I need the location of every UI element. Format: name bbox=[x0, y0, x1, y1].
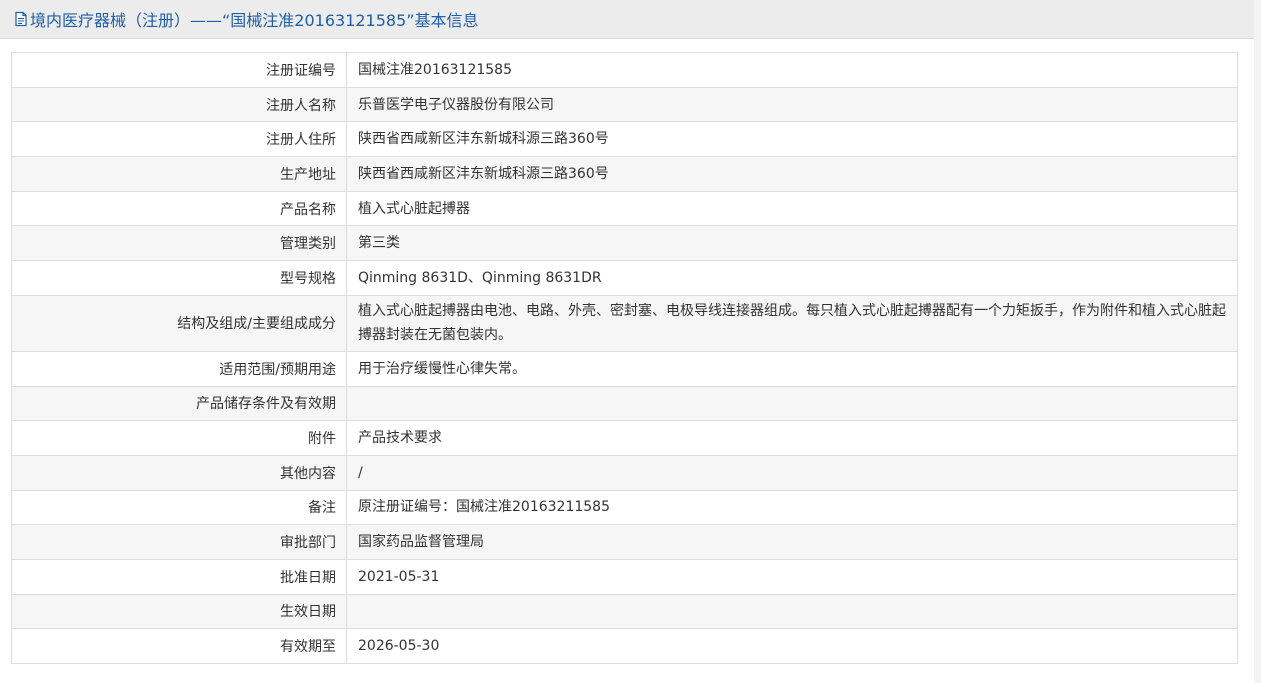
table-row: 审批部门 国家药品监督管理局 bbox=[11, 524, 1238, 560]
field-label: 批准日期 bbox=[11, 558, 347, 595]
table-row: 型号规格 Qinming 8631D、Qinming 8631DR bbox=[11, 260, 1238, 296]
field-label: 产品名称 bbox=[11, 190, 347, 227]
field-value: 陕西省西咸新区沣东新城科源三路360号 bbox=[346, 121, 1238, 158]
field-value: 国家药品监督管理局 bbox=[346, 524, 1238, 560]
field-value: Qinming 8631D、Qinming 8631DR bbox=[346, 260, 1238, 296]
field-value: 2021-05-31 bbox=[346, 558, 1238, 595]
field-label: 注册证编号 bbox=[11, 52, 347, 88]
field-value bbox=[346, 593, 1238, 630]
table-row: 生产地址 陕西省西咸新区沣东新城科源三路360号 bbox=[11, 156, 1238, 192]
table-row: 管理类别 第三类 bbox=[11, 225, 1238, 262]
field-label: 附件 bbox=[11, 420, 347, 456]
field-value: 2026-05-30 bbox=[346, 628, 1238, 664]
table-row: 注册人住所 陕西省西咸新区沣东新城科源三路360号 bbox=[11, 121, 1238, 158]
table-row: 备注 原注册证编号：国械注准20163211585 bbox=[11, 489, 1238, 526]
scroll-edge bbox=[1254, 0, 1261, 683]
field-label: 审批部门 bbox=[11, 524, 347, 560]
field-value bbox=[346, 385, 1238, 422]
field-label: 管理类别 bbox=[11, 225, 347, 262]
field-label: 注册人名称 bbox=[11, 86, 347, 123]
field-value: 原注册证编号：国械注准20163211585 bbox=[346, 489, 1238, 526]
field-label: 备注 bbox=[11, 489, 347, 526]
table-row: 批准日期 2021-05-31 bbox=[11, 558, 1238, 595]
field-value: 陕西省西咸新区沣东新城科源三路360号 bbox=[346, 156, 1238, 192]
field-value: 产品技术要求 bbox=[346, 420, 1238, 456]
field-value: 乐普医学电子仪器股份有限公司 bbox=[346, 86, 1238, 123]
field-value: 国械注准20163121585 bbox=[346, 52, 1238, 88]
table-row: 产品名称 植入式心脏起搏器 bbox=[11, 190, 1238, 227]
table-row: 生效日期 bbox=[11, 593, 1238, 630]
field-label: 型号规格 bbox=[11, 260, 347, 296]
field-label: 产品储存条件及有效期 bbox=[11, 385, 347, 422]
table-row: 注册证编号 国械注准20163121585 bbox=[11, 52, 1238, 88]
table-row: 结构及组成/主要组成成分 植入式心脏起搏器由电池、电路、外壳、密封塞、电极导线连接… bbox=[11, 294, 1238, 352]
table-row: 产品储存条件及有效期 bbox=[11, 385, 1238, 422]
table-row: 注册人名称 乐普医学电子仪器股份有限公司 bbox=[11, 86, 1238, 123]
field-label: 适用范围/预期用途 bbox=[11, 350, 347, 387]
field-label: 注册人住所 bbox=[11, 121, 347, 158]
field-value: 第三类 bbox=[346, 225, 1238, 262]
field-label: 生产地址 bbox=[11, 156, 347, 192]
field-value: 植入式心脏起搏器由电池、电路、外壳、密封塞、电极导线连接器组成。每只植入式心脏起… bbox=[346, 294, 1238, 352]
field-value: 用于治疗缓慢性心律失常。 bbox=[346, 350, 1238, 387]
field-label: 其他内容 bbox=[11, 454, 347, 491]
field-value: / bbox=[346, 454, 1238, 491]
field-value: 植入式心脏起搏器 bbox=[346, 190, 1238, 227]
table-row: 其他内容 / bbox=[11, 454, 1238, 491]
table-row: 适用范围/预期用途 用于治疗缓慢性心律失常。 bbox=[11, 350, 1238, 387]
field-label: 有效期至 bbox=[11, 628, 347, 664]
document-icon bbox=[13, 11, 29, 27]
table-row: 有效期至 2026-05-30 bbox=[11, 628, 1238, 664]
page-title: 境内医疗器械（注册）——“国械注准20163121585”基本信息 bbox=[30, 11, 479, 30]
field-label: 生效日期 bbox=[11, 593, 347, 630]
page-header: 境内医疗器械（注册）——“国械注准20163121585”基本信息 bbox=[0, 0, 1254, 39]
table-row: 附件 产品技术要求 bbox=[11, 420, 1238, 456]
info-table: 注册证编号 国械注准20163121585 注册人名称 乐普医学电子仪器股份有限公司注… bbox=[11, 52, 1238, 664]
field-label: 结构及组成/主要组成成分 bbox=[11, 294, 347, 352]
